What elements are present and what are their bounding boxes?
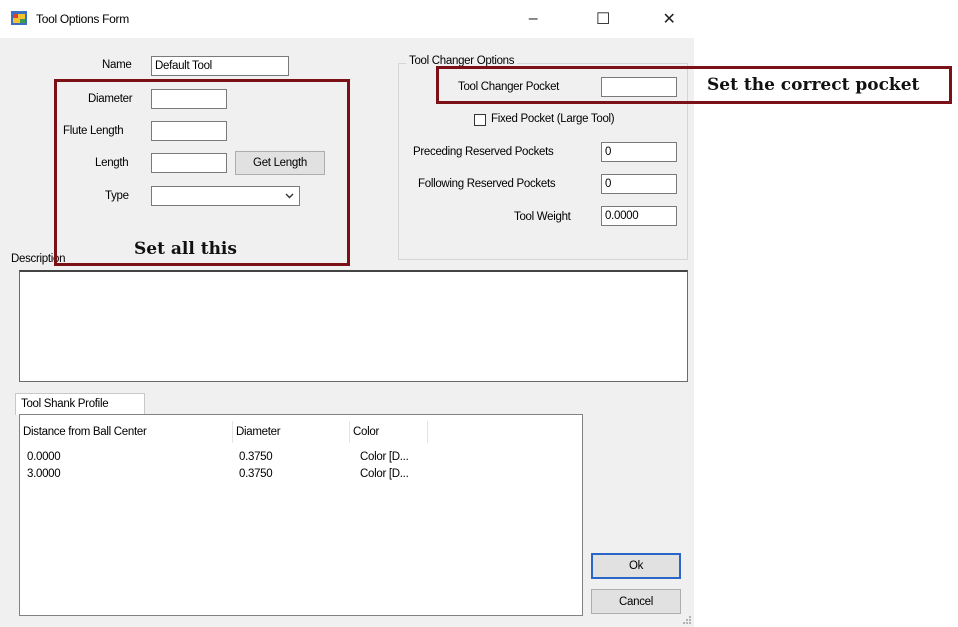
shank-profile-list[interactable]: Distance from Ball Center Diameter Color… [19,414,583,616]
preceding-reserved-field[interactable]: 0 [601,142,677,162]
name-label: Name [102,59,132,71]
annotation-set-pocket: Set the correct pocket [707,75,920,95]
preceding-reserved-label: Preceding Reserved Pockets [413,146,554,158]
following-reserved-label: Following Reserved Pockets [418,178,556,190]
minimize-icon: – [528,10,538,27]
cell-distance: 0.0000 [27,451,61,463]
annotation-set-all: Set all this [134,239,237,259]
maximize-icon: ☐ [595,11,611,28]
close-button[interactable]: ✕ [646,4,692,34]
name-field[interactable]: Default Tool [151,56,289,76]
title-bar: Tool Options Form – ☐ ✕ [0,0,694,38]
annotation-box-tool-fields [54,79,350,266]
cell-distance: 3.0000 [27,468,61,480]
column-header-color[interactable]: Color [350,421,428,443]
table-row[interactable]: 3.0000 0.3750 Color [D... [20,468,440,484]
resize-grip-icon[interactable] [680,613,692,625]
cell-diameter: 0.3750 [239,451,273,463]
fixed-pocket-label: Fixed Pocket (Large Tool) [491,113,615,125]
close-icon: ✕ [662,11,676,28]
maximize-button[interactable]: ☐ [580,4,626,34]
cell-diameter: 0.3750 [239,468,273,480]
table-row[interactable]: 0.0000 0.3750 Color [D... [20,451,440,467]
cell-color: Color [D... [360,451,409,463]
description-textarea[interactable] [19,270,688,382]
tab-tool-shank-profile[interactable]: Tool Shank Profile [15,393,145,415]
column-header-distance[interactable]: Distance from Ball Center [20,421,233,443]
column-header-diameter[interactable]: Diameter [233,421,350,443]
tool-weight-label: Tool Weight [514,211,571,223]
ok-button[interactable]: Ok [591,553,681,579]
cell-color: Color [D... [360,468,409,480]
cancel-button[interactable]: Cancel [591,589,681,614]
app-icon [11,11,27,25]
following-reserved-field[interactable]: 0 [601,174,677,194]
fixed-pocket-checkbox[interactable] [474,114,486,126]
tab-tool-shank-profile-label: Tool Shank Profile [21,398,109,410]
tool-weight-field[interactable]: 0.0000 [601,206,677,226]
minimize-button[interactable]: – [510,4,556,34]
window-title: Tool Options Form [36,12,129,26]
